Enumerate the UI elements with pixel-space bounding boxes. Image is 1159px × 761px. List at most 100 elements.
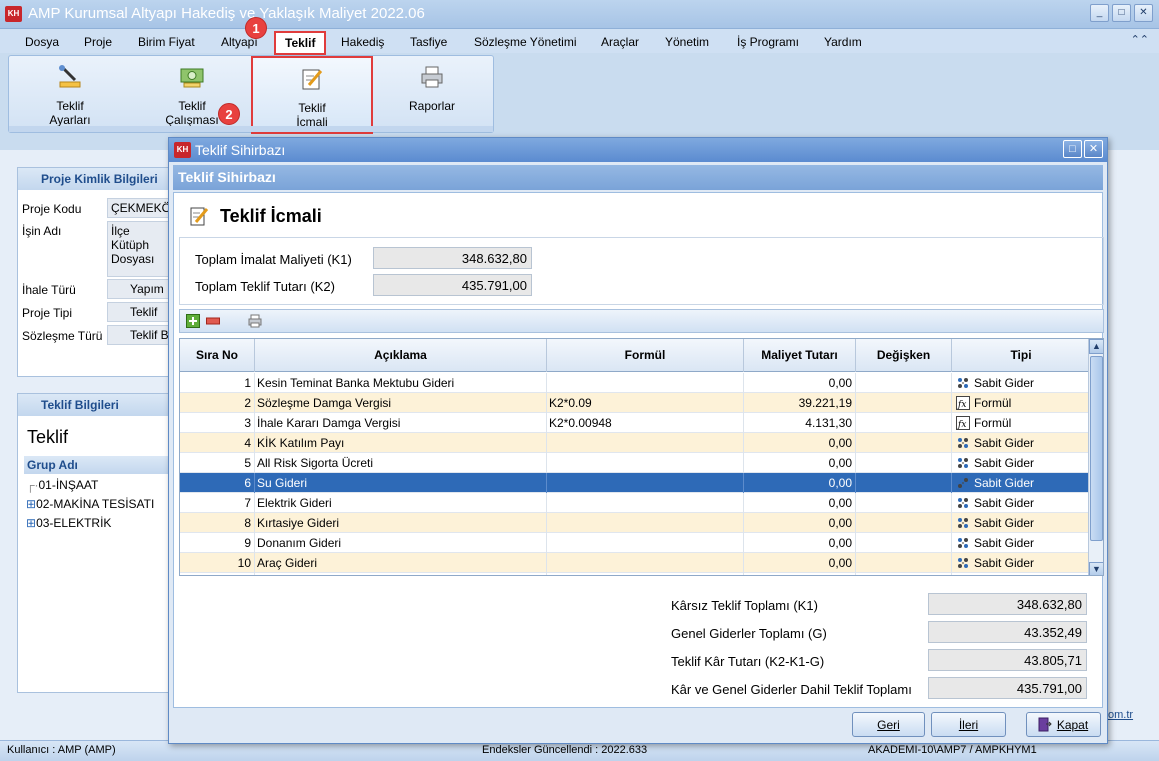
cell-sira-no[interactable]: 11 (180, 573, 255, 575)
cell-aciklama[interactable]: Kırtasiye Gideri (255, 513, 547, 533)
group-item-insaat[interactable]: ┌·01-İNŞAAT (26, 478, 98, 492)
cell-sira-no[interactable]: 6 (180, 473, 255, 493)
cell-maliyet[interactable]: 0,00 (744, 473, 856, 493)
cell-aciklama[interactable]: KİK Katılım Payı (255, 433, 547, 453)
col-header-formul[interactable]: Formül (547, 339, 744, 372)
cell-degisken[interactable] (856, 473, 952, 493)
cell-sira-no[interactable]: 3 (180, 413, 255, 433)
cell-formul[interactable] (547, 373, 744, 393)
scroll-down-icon[interactable]: ▼ (1089, 562, 1103, 575)
cell-formul[interactable] (547, 533, 744, 553)
cell-sira-no[interactable]: 2 (180, 393, 255, 413)
summary-k1-value[interactable]: 348.632,80 (928, 593, 1087, 615)
maximize-button[interactable]: □ (1112, 4, 1131, 22)
pk-value-ihale-turu[interactable]: Yapım (107, 279, 169, 299)
cell-formul[interactable] (547, 493, 744, 513)
cell-tipi[interactable]: Sabit Gider (952, 493, 1090, 513)
cell-formul[interactable] (547, 473, 744, 493)
menu-birim-fiyat[interactable]: Birim Fiyat (138, 35, 195, 49)
cell-aciklama[interactable]: Kesin Teminat Banka Mektubu Gideri (255, 373, 547, 393)
k1-value-field[interactable]: 348.632,80 (373, 247, 532, 269)
table-row[interactable]: 2 Sözleşme Damga Vergisi K2*0.09 39.221,19 f… (180, 393, 1090, 413)
cell-tipi[interactable]: Sabit Gider (952, 533, 1090, 553)
cell-degisken[interactable] (856, 393, 952, 413)
ribbon-teklif-icmali-button[interactable]: Teklif İcmali (251, 56, 373, 134)
cell-sira-no[interactable]: 8 (180, 513, 255, 533)
cell-degisken[interactable] (856, 493, 952, 513)
cell-maliyet[interactable]: 0,00 (744, 453, 856, 473)
cell-formul[interactable]: K2*0.09 (547, 393, 744, 413)
cell-tipi[interactable]: Sabit Gider (952, 373, 1090, 393)
ribbon-collapse-icon[interactable]: ⌃⌃ (1131, 33, 1149, 46)
cell-degisken[interactable] (856, 533, 952, 553)
close-button[interactable]: ✕ (1134, 4, 1153, 22)
table-row[interactable]: 6 Su Gideri 0,00 Sabit Gider (180, 473, 1090, 493)
summary-kar-value[interactable]: 43.805,71 (928, 649, 1087, 671)
cell-sira-no[interactable]: 4 (180, 433, 255, 453)
dialog-close-button[interactable]: ✕ (1084, 140, 1103, 158)
pk-value-isin-adi[interactable]: İlçe Kütüph Dosyası (107, 221, 169, 277)
menu-teklif[interactable]: Teklif (274, 31, 327, 55)
remove-icon[interactable] (206, 314, 220, 328)
group-item-elektrik[interactable]: ⊞03-ELEKTRİK (26, 516, 111, 530)
website-link[interactable]: om.tr (1108, 709, 1133, 721)
menu-araclar[interactable]: Araçlar (601, 35, 639, 49)
scroll-up-icon[interactable]: ▲ (1089, 339, 1103, 354)
cell-maliyet[interactable]: 0,00 (744, 373, 856, 393)
grid-scrollbar[interactable]: ▲ ▼ (1088, 339, 1103, 575)
cell-sira-no[interactable]: 7 (180, 493, 255, 513)
menu-yonetim[interactable]: Yönetim (665, 35, 709, 49)
group-item-makina[interactable]: ⊞02-MAKİNA TESİSATI (26, 497, 154, 511)
cell-maliyet[interactable]: 0,00 (744, 533, 856, 553)
cell-aciklama[interactable]: İhale Kararı Damga Vergisi (255, 413, 547, 433)
menu-is-programi[interactable]: İş Programı (737, 35, 799, 49)
cell-aciklama[interactable]: Sözleşme Damga Vergisi (255, 393, 547, 413)
summary-g-value[interactable]: 43.352,49 (928, 621, 1087, 643)
table-row[interactable]: 9 Donanım Gideri 0,00 Sabit Gider (180, 533, 1090, 553)
cell-degisken[interactable] (856, 413, 952, 433)
cell-formul[interactable] (547, 433, 744, 453)
pk-value-sozlesme-turu[interactable]: Teklif B (107, 325, 169, 345)
table-row[interactable]: 8 Kırtasiye Gideri 0,00 Sabit Gider (180, 513, 1090, 533)
col-header-aciklama[interactable]: Açıklama (255, 339, 547, 372)
cell-sira-no[interactable]: 1 (180, 373, 255, 393)
next-button[interactable]: İleri (931, 712, 1006, 737)
cell-aciklama[interactable]: All Risk Sigorta Ücreti (255, 453, 547, 473)
menu-dosya[interactable]: Dosya (25, 35, 59, 49)
col-header-tipi[interactable]: Tipi (952, 339, 1090, 372)
cell-sira-no[interactable]: 10 (180, 553, 255, 573)
cell-aciklama[interactable]: Donanım Gideri (255, 533, 547, 553)
cell-maliyet[interactable]: 4.131,30 (744, 413, 856, 433)
k2-value-field[interactable]: 435.791,00 (373, 274, 532, 296)
table-row[interactable]: 4 KİK Katılım Payı 0,00 Sabit Gider (180, 433, 1090, 453)
scroll-thumb[interactable] (1090, 356, 1103, 541)
pk-value-proje-kodu[interactable]: ÇEKMEKÖY (107, 198, 169, 218)
cell-tipi[interactable]: Sabit Gider (952, 473, 1090, 493)
print-icon[interactable] (248, 314, 262, 328)
cell-maliyet[interactable]: 0,00 (744, 433, 856, 453)
cell-degisken[interactable] (856, 573, 952, 575)
back-button[interactable]: Geri (852, 712, 925, 737)
col-header-degisken[interactable]: Değişken (856, 339, 952, 372)
dialog-maximize-button[interactable]: □ (1063, 140, 1082, 158)
cell-maliyet[interactable]: 0,00 (744, 553, 856, 573)
table-row[interactable]: 11Mühendis Gideri 0,00 Sabit Gider (180, 573, 1090, 575)
expand-icon[interactable]: ⊞ (26, 516, 36, 530)
cell-aciklama[interactable]: Elektrik Gideri (255, 493, 547, 513)
table-row[interactable]: 1 Kesin Teminat Banka Mektubu Gideri 0,00 S… (180, 373, 1090, 393)
table-row[interactable]: 5 All Risk Sigorta Ücreti 0,00 Sabit Gider (180, 453, 1090, 473)
cell-tipi[interactable]: Sabit Gider (952, 513, 1090, 533)
cell-tipi[interactable]: Sabit Gider (952, 553, 1090, 573)
close-dialog-button[interactable]: Kapat (1026, 712, 1101, 737)
col-header-maliyet-tutari[interactable]: Maliyet Tutarı (744, 339, 856, 372)
col-header-sira-no[interactable]: Sıra No (180, 339, 255, 372)
table-row[interactable]: 10 Araç Gideri 0,00 Sabit Gider (180, 553, 1090, 573)
table-row[interactable]: 3 İhale Kararı Damga Vergisi K2*0.00948 4.1… (180, 413, 1090, 433)
menu-yardim[interactable]: Yardım (824, 35, 862, 49)
cell-sira-no[interactable]: 9 (180, 533, 255, 553)
menu-hakedis[interactable]: Hakediş (341, 35, 384, 49)
cell-tipi[interactable]: Sabit Gider (952, 453, 1090, 473)
cell-tipi[interactable]: fx Formül (952, 393, 1090, 413)
cell-degisken[interactable] (856, 513, 952, 533)
cell-tipi[interactable]: Sabit Gider (952, 573, 1090, 575)
